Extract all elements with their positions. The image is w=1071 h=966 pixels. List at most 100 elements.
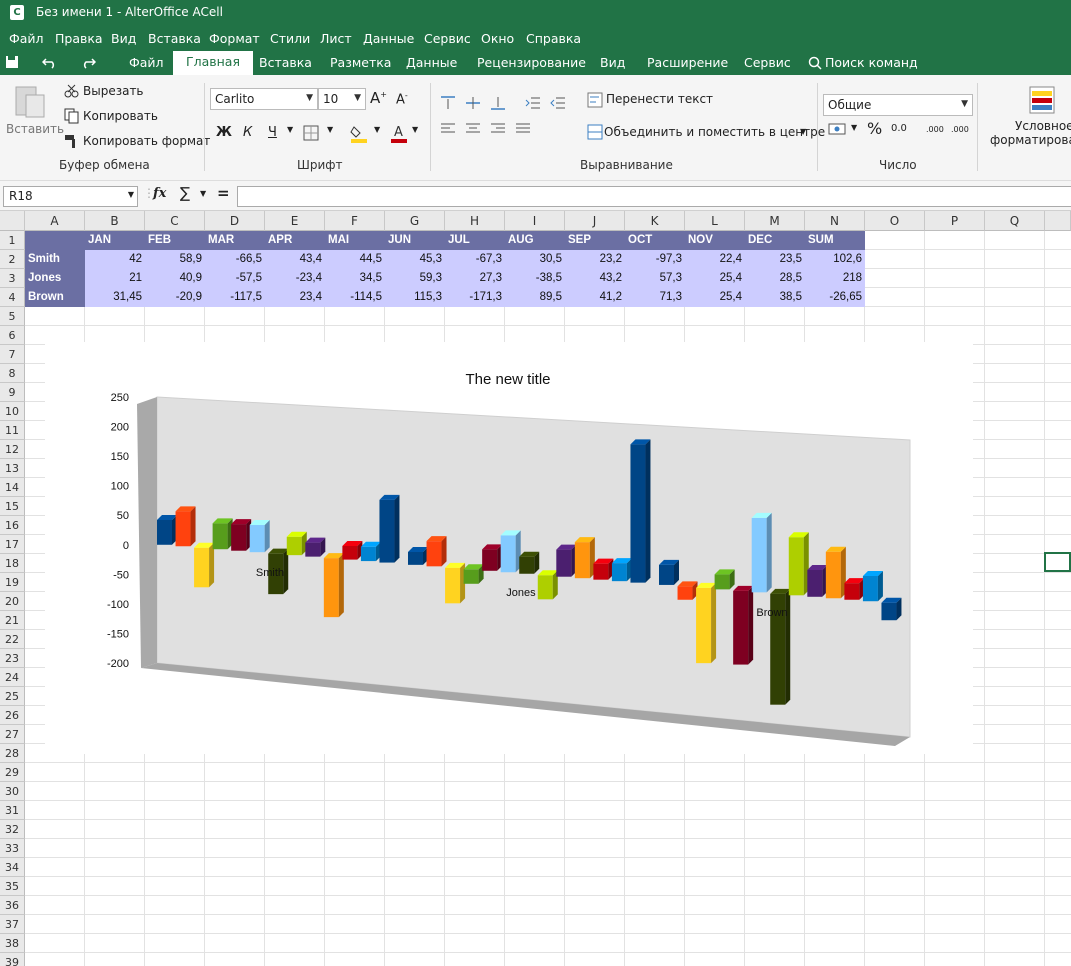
merge-center-button[interactable]: Объединить и поместить в центре — [604, 125, 825, 139]
column-header-n[interactable]: N — [805, 211, 865, 231]
table-corner-cell[interactable] — [25, 231, 85, 250]
decimal-format-button[interactable]: 0.0 — [891, 123, 907, 134]
menu-data[interactable]: Данные — [363, 31, 414, 46]
wrap-text-button[interactable]: Перенести текст — [606, 92, 713, 106]
conditional-format-label-1[interactable]: Условное — [1015, 119, 1071, 133]
row-header-25[interactable]: 25 — [0, 687, 25, 706]
column-header-k[interactable]: K — [625, 211, 685, 231]
table-value-cell[interactable]: 23,4 — [265, 288, 325, 307]
fill-color-icon[interactable] — [350, 123, 368, 143]
justify-icon[interactable] — [515, 121, 531, 137]
table-row-name[interactable]: Jones — [25, 269, 85, 288]
column-header-f[interactable]: F — [325, 211, 385, 231]
table-value-cell[interactable]: 31,45 — [85, 288, 145, 307]
row-header-22[interactable]: 22 — [0, 630, 25, 649]
table-value-cell[interactable]: -117,5 — [205, 288, 265, 307]
row-header-5[interactable]: 5 — [0, 307, 25, 326]
row-header-9[interactable]: 9 — [0, 383, 25, 402]
table-header-cell[interactable]: JAN — [85, 231, 145, 250]
column-header-p[interactable]: P — [925, 211, 985, 231]
table-value-cell[interactable]: -66,5 — [205, 250, 265, 269]
table-value-cell[interactable]: 102,6 — [805, 250, 865, 269]
row-header-4[interactable]: 4 — [0, 288, 25, 307]
table-value-cell[interactable]: 44,5 — [325, 250, 385, 269]
table-value-cell[interactable]: 30,5 — [505, 250, 565, 269]
row-header-32[interactable]: 32 — [0, 820, 25, 839]
table-value-cell[interactable]: -114,5 — [325, 288, 385, 307]
menu-tools[interactable]: Сервис — [424, 31, 471, 46]
table-value-cell[interactable]: 21 — [85, 269, 145, 288]
row-header-35[interactable]: 35 — [0, 877, 25, 896]
table-value-cell[interactable]: -26,65 — [805, 288, 865, 307]
number-format-combo[interactable]: Общие ▼ — [823, 94, 973, 116]
table-value-cell[interactable]: -20,9 — [145, 288, 205, 307]
column-header-e[interactable]: E — [265, 211, 325, 231]
row-header-33[interactable]: 33 — [0, 839, 25, 858]
table-value-cell[interactable]: 25,4 — [685, 269, 745, 288]
select-all-corner[interactable] — [0, 211, 25, 231]
menu-help[interactable]: Справка — [526, 31, 581, 46]
chevron-down-icon[interactable]: ▼ — [374, 125, 380, 134]
formula-input[interactable] — [237, 186, 1071, 207]
indent-decrease-icon[interactable] — [550, 95, 566, 111]
table-header-cell[interactable]: DEC — [745, 231, 805, 250]
spreadsheet-grid[interactable]: ABCDEFGHIJKLMNOPQ 1 2 3 4 5 6 7 8 9 10 11 12 13 14 15 1… — [0, 211, 1071, 966]
table-row-name[interactable]: Brown — [25, 288, 85, 307]
row-header-18[interactable]: 18 — [0, 554, 25, 573]
align-top-icon[interactable] — [440, 95, 456, 111]
italic-button[interactable]: К — [243, 125, 252, 140]
font-color-icon[interactable]: A — [390, 123, 408, 143]
conditional-format-label-2[interactable]: форматирован — [990, 133, 1071, 147]
column-header-g[interactable]: G — [385, 211, 445, 231]
row-header-11[interactable]: 11 — [0, 421, 25, 440]
name-box[interactable]: R18 ▼ — [3, 186, 138, 207]
function-wizard-icon[interactable]: fx — [153, 186, 166, 201]
table-header-cell[interactable]: SUM — [805, 231, 865, 250]
table-header-cell[interactable]: JUL — [445, 231, 505, 250]
menu-sheet[interactable]: Лист — [320, 31, 352, 46]
row-header-1[interactable]: 1 — [0, 231, 25, 250]
table-value-cell[interactable]: 23,2 — [565, 250, 625, 269]
table-header-cell[interactable]: MAR — [205, 231, 265, 250]
table-value-cell[interactable]: 57,3 — [625, 269, 685, 288]
menu-file[interactable]: Файл — [9, 31, 44, 46]
search-icon[interactable] — [808, 56, 822, 70]
table-value-cell[interactable]: 218 — [805, 269, 865, 288]
table-value-cell[interactable]: 28,5 — [745, 269, 805, 288]
table-value-cell[interactable]: -67,3 — [445, 250, 505, 269]
tab-layout[interactable]: Разметка — [330, 55, 391, 70]
row-header-20[interactable]: 20 — [0, 592, 25, 611]
table-header-cell[interactable]: FEB — [145, 231, 205, 250]
table-value-cell[interactable]: 43,4 — [265, 250, 325, 269]
currency-icon[interactable] — [828, 122, 846, 136]
table-header-cell[interactable]: OCT — [625, 231, 685, 250]
row-header-31[interactable]: 31 — [0, 801, 25, 820]
tab-tools[interactable]: Сервис — [744, 55, 791, 70]
table-value-cell[interactable]: 42 — [85, 250, 145, 269]
chevron-down-icon[interactable]: ▼ — [412, 125, 418, 134]
table-value-cell[interactable]: 59,3 — [385, 269, 445, 288]
table-header-cell[interactable]: JUN — [385, 231, 445, 250]
menu-view[interactable]: Вид — [111, 31, 136, 46]
decrease-decimal-button[interactable]: .000 — [951, 125, 969, 134]
copy-button[interactable]: Копировать — [83, 109, 158, 123]
align-middle-icon[interactable] — [465, 95, 481, 111]
table-value-cell[interactable]: -23,4 — [265, 269, 325, 288]
tab-home[interactable]: Главная — [173, 51, 253, 75]
table-value-cell[interactable]: 34,5 — [325, 269, 385, 288]
menu-format[interactable]: Формат — [209, 31, 260, 46]
row-header-3[interactable]: 3 — [0, 269, 25, 288]
column-header-d[interactable]: D — [205, 211, 265, 231]
row-header-27[interactable]: 27 — [0, 725, 25, 744]
row-header-7[interactable]: 7 — [0, 345, 25, 364]
grow-font-icon[interactable]: A+ — [370, 89, 387, 107]
tab-extensions[interactable]: Расширение — [647, 55, 728, 70]
row-header-10[interactable]: 10 — [0, 402, 25, 421]
search-commands[interactable]: Поиск команд — [825, 55, 918, 70]
column-header-o[interactable]: O — [865, 211, 925, 231]
align-bottom-icon[interactable] — [490, 95, 506, 111]
table-value-cell[interactable]: 23,5 — [745, 250, 805, 269]
tab-insert[interactable]: Вставка — [259, 55, 312, 70]
column-header-q[interactable]: Q — [985, 211, 1045, 231]
percent-button[interactable]: % — [867, 119, 882, 138]
